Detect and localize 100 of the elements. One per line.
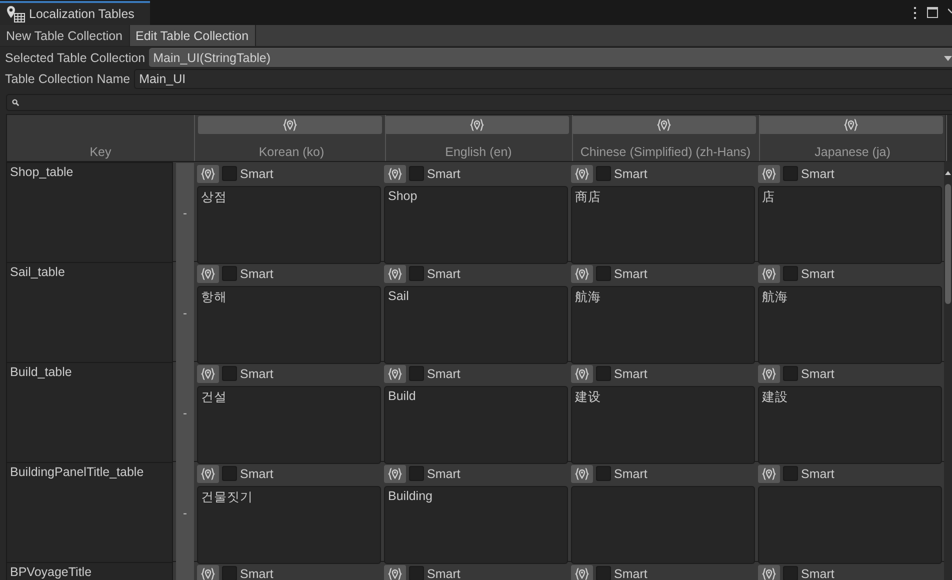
smart-label: Smart: [614, 266, 648, 280]
maximize-icon[interactable]: [927, 7, 938, 18]
locale-button[interactable]: [197, 564, 219, 580]
text-area[interactable]: 商店: [571, 186, 755, 264]
window-title: Localization Tables: [29, 7, 134, 21]
smart-checkbox[interactable]: [222, 466, 237, 481]
smart-checkbox[interactable]: [596, 366, 611, 381]
scrollbar-thumb[interactable]: [945, 184, 951, 304]
smart-checkbox[interactable]: [783, 466, 798, 481]
locale-button[interactable]: [758, 564, 780, 580]
remove-button[interactable]: -: [176, 263, 194, 363]
smart-checkbox[interactable]: [409, 266, 424, 281]
locale-button[interactable]: [197, 364, 219, 382]
text-area[interactable]: 상점: [197, 186, 381, 264]
text-area[interactable]: 建设: [571, 386, 755, 464]
locale-icon: [470, 118, 484, 132]
text-area[interactable]: 航海: [571, 286, 755, 364]
text-area[interactable]: 航海: [758, 286, 942, 364]
smart-checkbox[interactable]: [783, 266, 798, 281]
toolbar-tab[interactable]: Edit Table Collection: [130, 25, 256, 46]
locale-button[interactable]: [384, 364, 406, 382]
dropdown[interactable]: Main_UI(StringTable): [149, 48, 952, 68]
locale-icon: [575, 366, 589, 380]
text-area[interactable]: Build: [384, 386, 568, 464]
smart-checkbox[interactable]: [409, 566, 424, 580]
text-area[interactable]: 항해: [197, 286, 381, 364]
smart-label: Smart: [614, 466, 648, 480]
locale-button[interactable]: [571, 464, 593, 482]
smart-label: Smart: [240, 466, 274, 480]
locale-button[interactable]: [197, 264, 219, 282]
locale-icon: [762, 366, 776, 380]
key-field[interactable]: Sail_table: [6, 262, 173, 364]
smart-label: Smart: [614, 566, 648, 580]
window-tab[interactable]: Localization Tables: [0, 1, 150, 25]
smart-label: Smart: [614, 166, 648, 180]
field-label: Table Collection Name: [5, 72, 130, 86]
smart-checkbox[interactable]: [596, 466, 611, 481]
text-area[interactable]: 건설: [197, 386, 381, 464]
toolbar-tab[interactable]: New Table Collection: [0, 25, 130, 46]
text-area[interactable]: 店: [758, 186, 942, 264]
smart-checkbox[interactable]: [222, 566, 237, 580]
locale-icon: [201, 266, 215, 280]
locale-icon: [201, 566, 215, 580]
remove-button[interactable]: -: [176, 363, 194, 463]
locale-button[interactable]: [758, 364, 780, 382]
locale-button[interactable]: [571, 164, 593, 182]
locale-button[interactable]: [384, 264, 406, 282]
locale-button[interactable]: [758, 464, 780, 482]
smart-label: Smart: [240, 566, 274, 580]
locale-button[interactable]: [758, 164, 780, 182]
smart-checkbox[interactable]: [409, 466, 424, 481]
text-area[interactable]: 建設: [758, 386, 942, 464]
locale-icon: [657, 118, 671, 132]
smart-checkbox[interactable]: [596, 266, 611, 281]
column-header: Korean (ko): [258, 144, 326, 161]
remove-button[interactable]: -: [176, 163, 194, 263]
locale-button[interactable]: [758, 264, 780, 282]
column-header: Japanese (ja): [814, 144, 892, 161]
smart-checkbox[interactable]: [783, 166, 798, 181]
remove-button[interactable]: -: [176, 463, 194, 563]
smart-checkbox[interactable]: [783, 566, 798, 580]
locale-button[interactable]: [571, 264, 593, 282]
smart-label: Smart: [427, 266, 460, 280]
dropdown-arrow-icon: [944, 56, 952, 60]
text-area[interactable]: Sail: [384, 286, 568, 364]
smart-checkbox[interactable]: [222, 266, 237, 281]
locale-icon: [844, 118, 858, 132]
scroll-up-icon[interactable]: [944, 170, 952, 176]
smart-checkbox[interactable]: [222, 366, 237, 381]
key-field[interactable]: Shop_table: [6, 162, 173, 264]
smart-checkbox[interactable]: [596, 566, 611, 580]
locale-button[interactable]: [197, 164, 219, 182]
key-field[interactable]: BPVoyageTitle: [6, 562, 173, 580]
smart-checkbox[interactable]: [222, 166, 237, 181]
input-field[interactable]: Main_UI: [134, 69, 952, 89]
locale-button[interactable]: [571, 564, 593, 580]
locale-button[interactable]: [384, 464, 406, 482]
locale-icon: [575, 566, 589, 580]
locale-button[interactable]: [197, 464, 219, 482]
locale-button[interactable]: [384, 164, 406, 182]
locale-icon: [575, 466, 589, 480]
locale-icon: [388, 366, 402, 380]
smart-checkbox[interactable]: [409, 366, 424, 381]
text-area[interactable]: Shop: [384, 186, 568, 264]
smart-label: Smart: [427, 366, 460, 380]
locale-icon: [762, 466, 776, 480]
more-options-icon[interactable]: [913, 6, 917, 18]
search-icon: [12, 99, 19, 106]
smart-checkbox[interactable]: [783, 366, 798, 381]
smart-label: Smart: [427, 566, 460, 580]
text-area[interactable]: Building: [384, 486, 568, 564]
smart-checkbox[interactable]: [596, 166, 611, 181]
search-field[interactable]: [6, 94, 952, 111]
field-label: Selected Table Collection: [5, 51, 146, 65]
smart-checkbox[interactable]: [409, 166, 424, 181]
locale-button[interactable]: [384, 564, 406, 580]
text-area[interactable]: 건물짓기: [197, 486, 381, 564]
locale-button[interactable]: [571, 364, 593, 382]
key-field[interactable]: BuildingPanelTitle_table: [6, 462, 173, 564]
key-field[interactable]: Build_table: [6, 362, 173, 464]
